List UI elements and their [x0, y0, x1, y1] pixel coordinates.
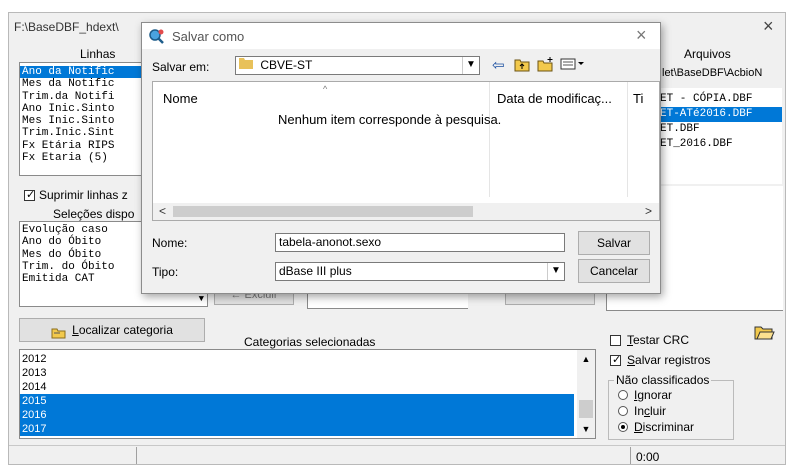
- list-item[interactable]: Fx Etaria (5): [20, 152, 143, 164]
- testar-crc-rest: estar CRC: [633, 333, 690, 347]
- nome-value: tabela-anonot.sexo: [279, 235, 382, 249]
- view-menu-icon[interactable]: [560, 58, 586, 73]
- list-item[interactable]: Trim.da Notifi: [20, 91, 143, 103]
- radio-ignorar-circle[interactable]: [618, 390, 628, 400]
- salvar-em-dropdown[interactable]: CBVE-ST ▼: [235, 56, 480, 75]
- salvar-registros-underlined: S: [627, 353, 636, 367]
- list-item[interactable]: 2013: [20, 366, 574, 380]
- main-close-button[interactable]: ×: [763, 16, 774, 37]
- radio-incluir-rest: luir: [650, 404, 667, 418]
- tipo-dropdown[interactable]: dBase III plus ▼: [275, 262, 565, 281]
- categorias-scrollbar[interactable]: ▲ ▼: [577, 350, 595, 438]
- open-folder-button[interactable]: [751, 323, 777, 345]
- find-category-icon: [51, 324, 67, 339]
- list-item[interactable]: Mes da Notific: [20, 78, 143, 90]
- arquivos-path: let\BaseDBF\AcbioN: [662, 67, 763, 79]
- categorias-list[interactable]: 2012 2013 2014 2015 2016 2017 ▲ ▼: [19, 349, 596, 439]
- file-list[interactable]: Nome ^ Data de modificaç... Ti Nenhum it…: [152, 81, 660, 221]
- suprimir-label: Suprimir linhas z: [39, 188, 128, 202]
- app-search-icon: [148, 28, 166, 47]
- empty-message: Nenhum item corresponde à pesquisa.: [278, 112, 502, 127]
- sort-indicator: ^: [323, 84, 328, 94]
- radio-discriminar[interactable]: Discriminar: [618, 420, 694, 434]
- dialog-close-button[interactable]: ×: [636, 25, 647, 46]
- tipo-value: dBase III plus: [279, 264, 352, 278]
- list-item[interactable]: Ano Inic.Sinto: [20, 103, 143, 115]
- scroll-down-arrow[interactable]: ▼: [577, 424, 595, 434]
- localizar-underlined: L: [72, 323, 79, 337]
- arquivos-list[interactable]: ET - CÓPIA.DBF ET-ATé2016.DBF ET.DBF ET_…: [658, 88, 782, 184]
- open-folder-icon: [754, 326, 775, 340]
- linhas-list[interactable]: Ano da Notific Mes da Notific Trim.da No…: [19, 62, 144, 176]
- list-item[interactable]: 2012: [20, 352, 574, 366]
- list-item[interactable]: ET-ATé2016.DBF: [658, 107, 782, 122]
- suprimir-checkbox[interactable]: ✓ Suprimir linhas z: [24, 188, 128, 202]
- dialog-title: Salvar como: [172, 29, 245, 44]
- categorias-label: Categorias selecionadas: [244, 335, 376, 349]
- col-divider-2: [627, 82, 628, 197]
- scroll-up-arrow[interactable]: ▲: [577, 354, 595, 364]
- list-item[interactable]: Ano da Notific: [20, 66, 143, 79]
- list-item[interactable]: Fx Etária RIPS: [20, 140, 143, 152]
- scroll-down-arrow[interactable]: ▼: [199, 294, 204, 304]
- list-item[interactable]: ET_2016.DBF: [658, 137, 782, 152]
- tipo-label: Tipo:: [152, 265, 179, 279]
- main-title: F:\BaseDBF_hdext\: [14, 20, 119, 34]
- status-bar: [9, 445, 785, 466]
- radio-discriminar-circle[interactable]: [618, 422, 628, 432]
- back-arrow-icon[interactable]: ⇦: [492, 56, 505, 74]
- list-item[interactable]: ET.DBF: [658, 122, 782, 137]
- save-as-dialog: Salvar como × Salvar em: CBVE-ST ▼ ⇦ Nom…: [141, 22, 661, 294]
- radio-incluir-circle[interactable]: [618, 406, 628, 416]
- scroll-right-arrow[interactable]: >: [645, 204, 652, 218]
- status-time: 0:00: [636, 450, 660, 464]
- suprimir-check-box[interactable]: ✓: [24, 189, 35, 201]
- radio-discriminar-rest: iscriminar: [642, 420, 695, 434]
- nome-input[interactable]: tabela-anonot.sexo: [275, 233, 565, 252]
- chevron-down-icon[interactable]: ▼: [462, 57, 479, 74]
- linhas-label: Linhas: [80, 47, 116, 61]
- radio-discriminar-underlined: D: [634, 420, 643, 434]
- localizar-categoria-button[interactable]: Localizar categoria: [19, 318, 205, 342]
- folder-icon: [239, 57, 253, 74]
- radio-incluir-prefix: In: [634, 404, 645, 418]
- horizontal-scrollbar[interactable]: < >: [153, 203, 659, 220]
- testar-crc-checkbox[interactable]: Testar CRC: [610, 333, 689, 347]
- scroll-left-arrow[interactable]: <: [159, 204, 166, 218]
- list-item[interactable]: Mes Inic.Sinto: [20, 115, 143, 127]
- list-item[interactable]: Trim.Inic.Sint: [20, 127, 143, 139]
- col-data[interactable]: Data de modificaç...: [497, 91, 612, 106]
- status-divider-2: [630, 447, 631, 464]
- testar-crc-box[interactable]: [610, 334, 621, 346]
- up-folder-icon[interactable]: [514, 58, 530, 75]
- salvar-em-label: Salvar em:: [152, 60, 210, 74]
- scroll-thumb[interactable]: [579, 400, 593, 418]
- salvar-registros-box[interactable]: ✓: [610, 354, 621, 366]
- cancelar-button[interactable]: Cancelar: [578, 259, 650, 283]
- salvar-registros-checkbox[interactable]: ✓ Salvar registros: [610, 353, 710, 367]
- list-item[interactable]: 2016: [20, 408, 574, 422]
- list-item[interactable]: 2014: [20, 380, 574, 394]
- radio-ignorar-rest: gnorar: [637, 388, 673, 402]
- salvar-em-value: CBVE-ST: [260, 58, 313, 72]
- col-divider-1: [489, 82, 490, 197]
- new-folder-icon[interactable]: [537, 56, 555, 75]
- radio-ignorar[interactable]: Ignorar: [618, 388, 672, 402]
- list-item[interactable]: ET - CÓPIA.DBF: [658, 92, 782, 107]
- list-item[interactable]: 2015: [20, 394, 574, 408]
- selecoes-label: Seleções dispo: [53, 207, 135, 221]
- salvar-registros-rest: alvar registros: [635, 353, 711, 367]
- chevron-down-icon[interactable]: ▼: [547, 263, 564, 280]
- arquivos-label: Arquivos: [684, 47, 731, 61]
- col-nome[interactable]: Nome: [163, 91, 198, 106]
- radio-incluir[interactable]: Incluir: [618, 404, 666, 418]
- nao-classificados-label: Não classificados: [614, 373, 712, 387]
- scroll-thumb[interactable]: [173, 206, 473, 217]
- localizar-rest: ocalizar categoria: [78, 323, 173, 337]
- status-divider-1: [136, 447, 137, 464]
- nome-label: Nome:: [152, 236, 188, 250]
- col-tipo[interactable]: Ti: [633, 91, 643, 106]
- salvar-button[interactable]: Salvar: [578, 231, 650, 255]
- list-item[interactable]: 2017: [20, 422, 574, 436]
